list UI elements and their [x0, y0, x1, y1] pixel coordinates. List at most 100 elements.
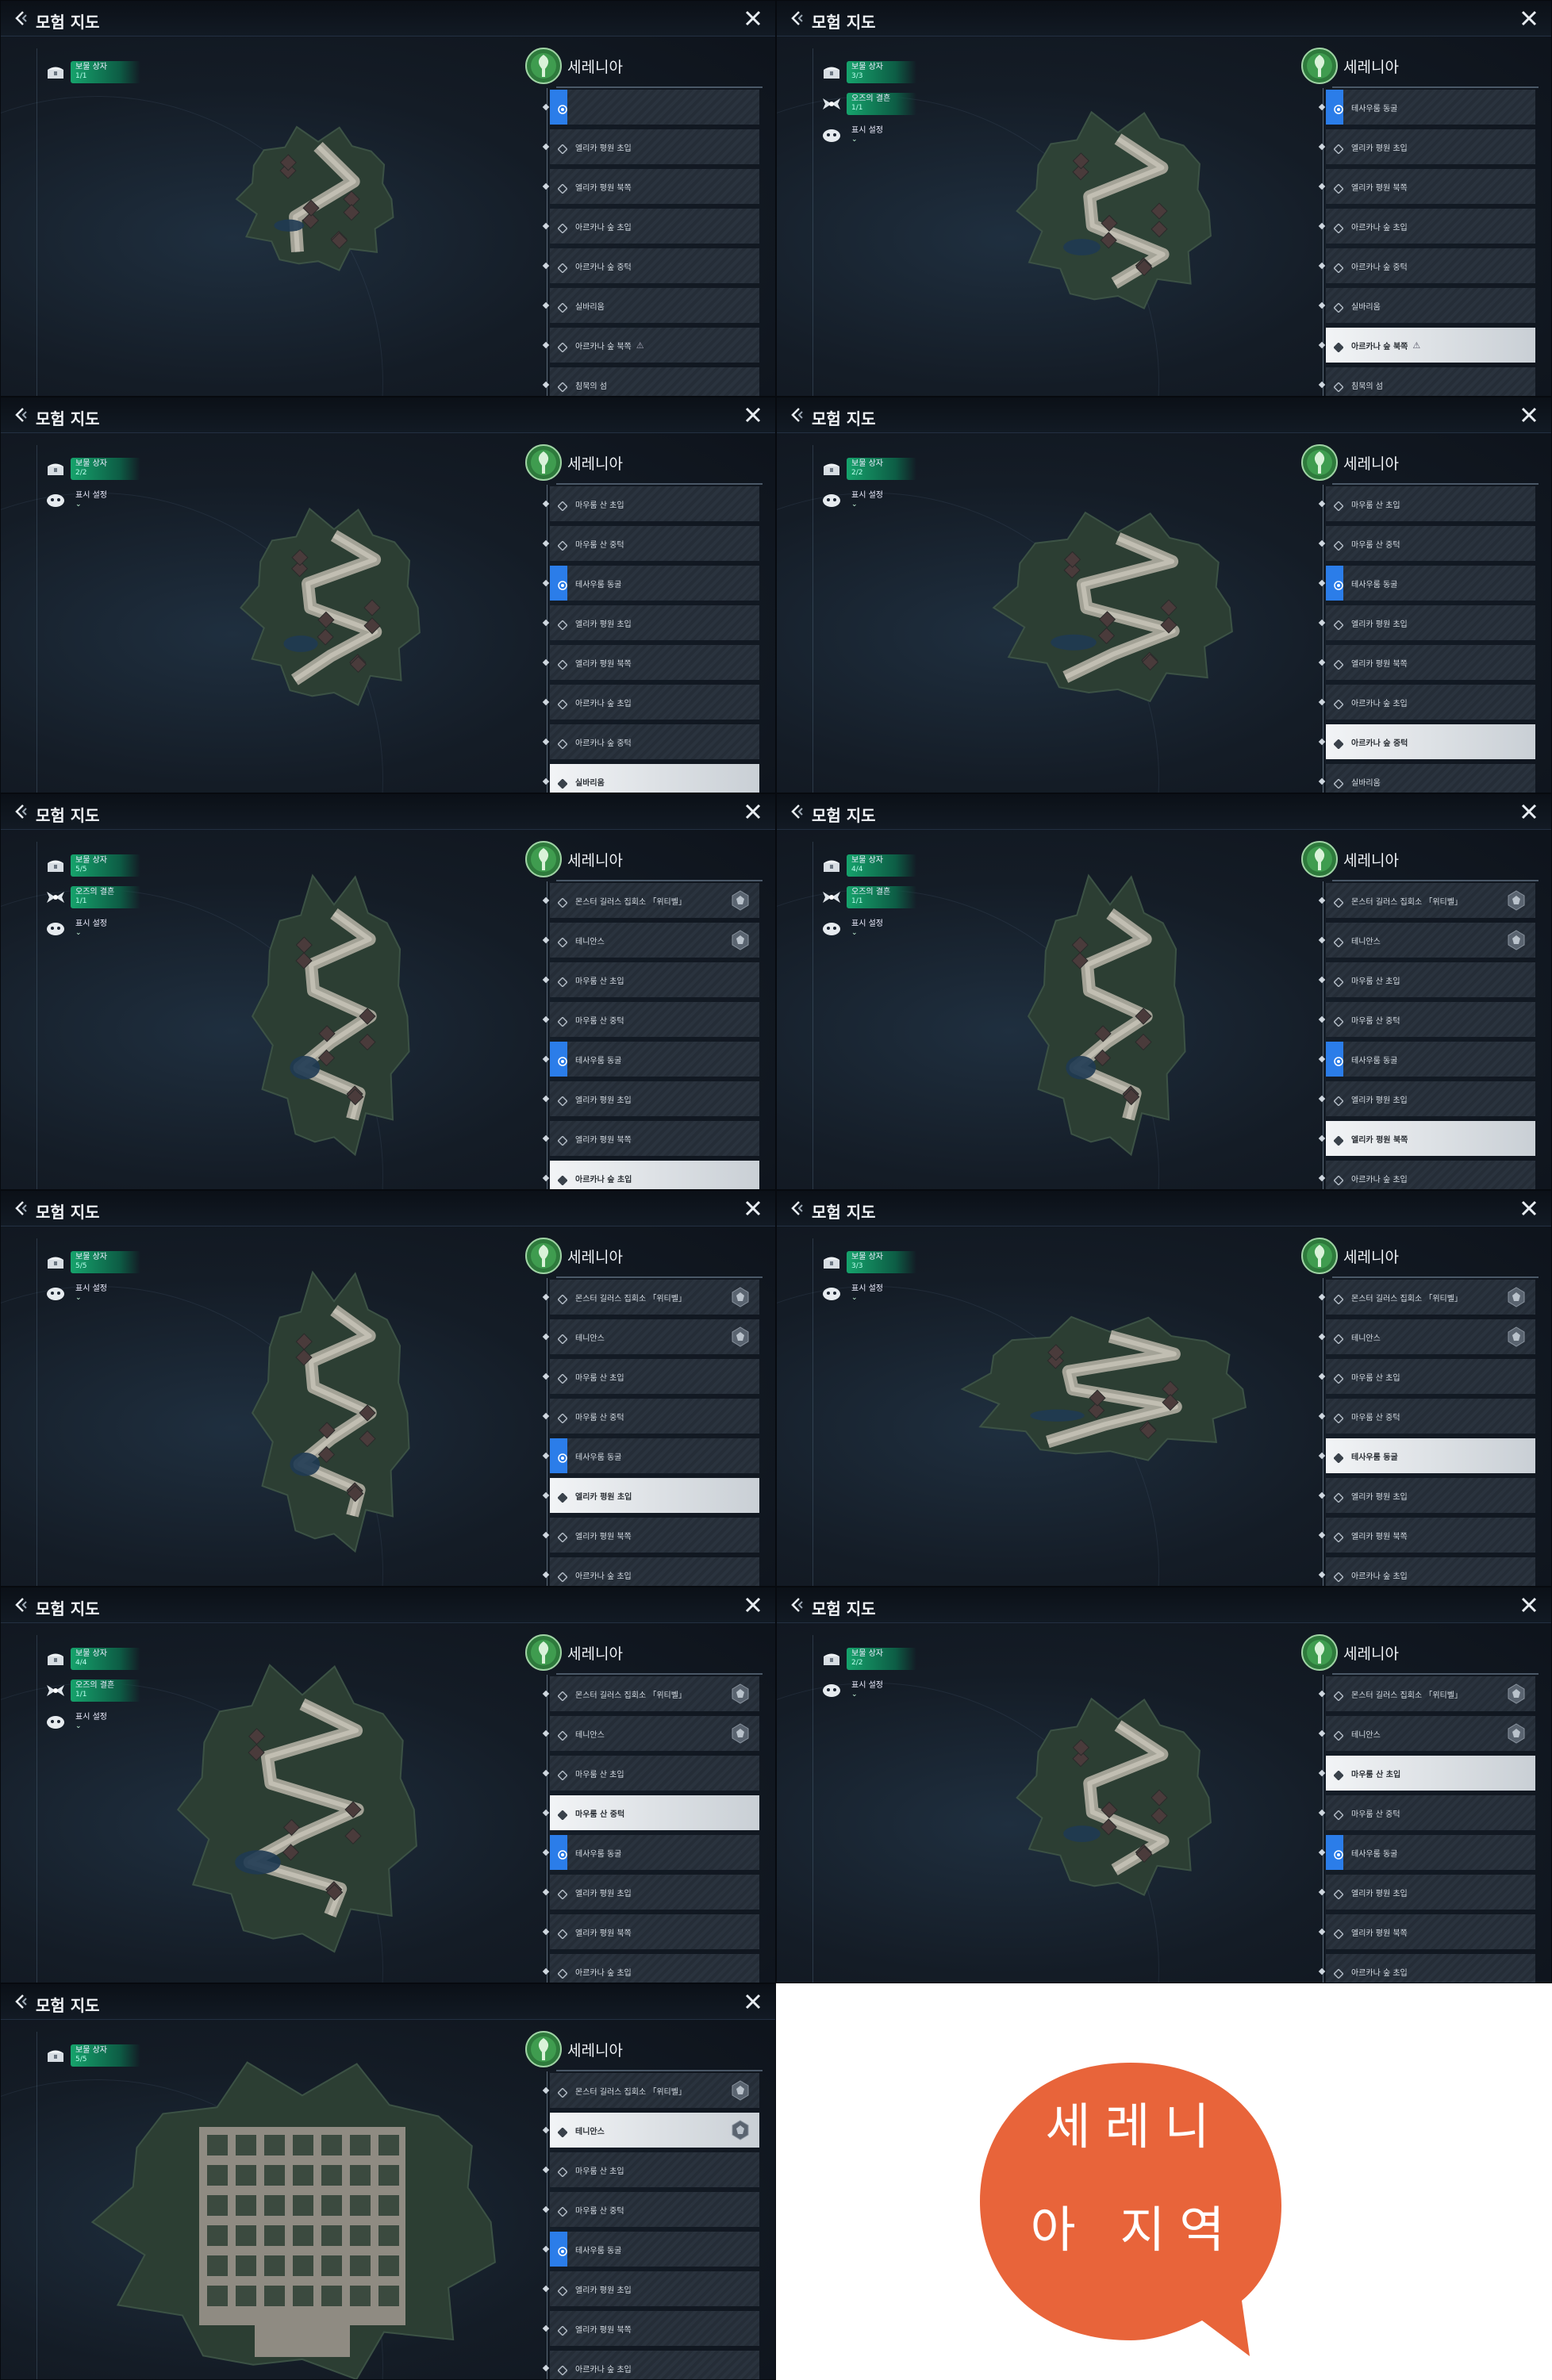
legend-item[interactable]: 보물 상자 5/5 — [45, 1251, 140, 1273]
stage-item[interactable]: 엘리카 평원 초입 — [542, 1875, 759, 1910]
close-icon[interactable] — [743, 1992, 763, 2011]
stage-item[interactable]: 엘리카 평원 초입 — [1318, 605, 1535, 640]
legend-item[interactable]: 오즈의 결흔 1/1 — [45, 886, 140, 908]
island-map[interactable] — [777, 397, 1300, 793]
stage-item[interactable]: 아르카나 숲 초입 — [542, 685, 759, 720]
legend-item[interactable]: 보물 상자 5/5 — [45, 854, 140, 877]
stage-item[interactable]: 테니안스 — [1318, 923, 1535, 958]
stage-item[interactable]: 엘리카 평원 북쪽 — [542, 1914, 759, 1949]
stage-item[interactable]: 아르카나 숲 초입 — [542, 209, 759, 244]
stage-item[interactable]: 마우룸 산 초입 — [542, 962, 759, 997]
stage-item[interactable]: 아르카나 숲 중턱 — [542, 248, 759, 283]
stage-item[interactable]: 테니안스 — [542, 1716, 759, 1751]
stage-item[interactable]: 마우룸 산 중턱 — [542, 1795, 759, 1830]
close-icon[interactable] — [1519, 802, 1539, 821]
legend-item[interactable]: 오즈의 결흔 1/1 — [45, 1679, 140, 1702]
stage-item[interactable]: 테니안스 — [542, 923, 759, 958]
island-map[interactable] — [777, 1587, 1300, 1983]
stage-item[interactable]: 테니안스 — [542, 2113, 759, 2148]
legend-item[interactable]: 표시 설정 ⌄ — [45, 489, 140, 512]
chevron-down-icon[interactable]: ⌄ — [851, 136, 912, 144]
stage-item[interactable]: 엘리카 평원 초입 — [1318, 1478, 1535, 1513]
legend-item[interactable]: 보물 상자 4/4 — [45, 1648, 140, 1670]
close-icon[interactable] — [743, 1595, 763, 1614]
stage-item[interactable]: 테사우룸 동굴 — [1318, 566, 1535, 601]
stage-item[interactable]: 엘리카 평원 북쪽 — [1318, 169, 1535, 204]
island-map[interactable] — [1, 1984, 524, 2379]
stage-item[interactable]: 엘리카 평원 초입 — [542, 2271, 759, 2306]
stage-item[interactable]: 아르카나 숲 북쪽 ⚠ — [542, 328, 759, 363]
stage-item[interactable]: 엘리카 평원 북쪽 — [1318, 1518, 1535, 1553]
stage-item[interactable]: 마우룸 산 초입 — [1318, 1756, 1535, 1791]
stage-item[interactable]: 몬스터 길러스 집회소 「위티벨」 — [542, 1280, 759, 1315]
legend-item[interactable]: 보물 상자 2/2 — [45, 458, 140, 480]
close-icon[interactable] — [1519, 9, 1539, 28]
stage-item[interactable]: 침묵의 섬 — [542, 367, 759, 396]
stage-item[interactable]: 실바리움 — [542, 288, 759, 323]
stage-item[interactable]: 아르카나 숲 초입 — [542, 2351, 759, 2379]
stage-item[interactable]: 아르카나 숲 중턱 — [542, 724, 759, 759]
stage-item[interactable]: 테사우룸 동굴 — [542, 1042, 759, 1077]
stage-item[interactable] — [542, 90, 759, 125]
stage-item[interactable]: 아르카나 숲 초입 — [1318, 1954, 1535, 1983]
stage-item[interactable]: 아르카나 숲 초입 — [1318, 685, 1535, 720]
stage-item[interactable]: 테사우룸 동굴 — [1318, 90, 1535, 125]
stage-item[interactable]: 엘리카 평원 초입 — [542, 1081, 759, 1116]
legend-item[interactable]: 보물 상자 2/2 — [821, 458, 916, 480]
stage-item[interactable]: 테사우룸 동굴 — [542, 2232, 759, 2267]
island-map[interactable] — [777, 794, 1300, 1189]
legend-item[interactable]: 표시 설정 ⌄ — [821, 1283, 916, 1305]
chevron-down-icon[interactable]: ⌄ — [851, 929, 912, 937]
stage-item[interactable]: 몬스터 길러스 집회소 「위티벨」 — [542, 1676, 759, 1711]
legend-item[interactable]: 표시 설정 ⌄ — [821, 489, 916, 512]
stage-item[interactable]: 엘리카 평원 북쪽 — [542, 645, 759, 680]
legend-item[interactable]: 오즈의 결흔 1/1 — [821, 93, 916, 115]
stage-item[interactable]: 엘리카 평원 북쪽 — [1318, 645, 1535, 680]
stage-item[interactable]: 마우룸 산 중턱 — [542, 1002, 759, 1037]
chevron-down-icon[interactable]: ⌄ — [75, 1722, 136, 1730]
stage-item[interactable]: 아르카나 숲 초입 — [1318, 1557, 1535, 1586]
stage-item[interactable]: 실바리움 — [1318, 288, 1535, 323]
stage-item[interactable]: 마우룸 산 초입 — [542, 1756, 759, 1791]
legend-item[interactable]: 보물 상자 2/2 — [821, 1648, 916, 1670]
stage-item[interactable]: 테사우룸 동굴 — [542, 1835, 759, 1870]
stage-item[interactable]: 몬스터 길러스 집회소 「위티벨」 — [542, 2073, 759, 2108]
island-map[interactable] — [777, 1191, 1300, 1586]
island-map[interactable] — [1, 1587, 524, 1983]
stage-item[interactable]: 아르카나 숲 초입 — [542, 1161, 759, 1189]
stage-item[interactable]: 테사우룸 동굴 — [1318, 1042, 1535, 1077]
legend-item[interactable]: 보물 상자 5/5 — [45, 2044, 140, 2067]
stage-item[interactable]: 아르카나 숲 중턱 — [1318, 248, 1535, 283]
stage-item[interactable]: 테사우룸 동굴 — [542, 566, 759, 601]
stage-item[interactable]: 마우룸 산 중턱 — [1318, 1795, 1535, 1830]
chevron-down-icon[interactable]: ⌄ — [75, 1294, 136, 1302]
stage-item[interactable]: 아르카나 숲 초입 — [1318, 209, 1535, 244]
stage-item[interactable]: 아르카나 숲 중턱 — [1318, 724, 1535, 759]
island-map[interactable] — [1, 397, 524, 793]
stage-item[interactable]: 엘리카 평원 초입 — [542, 605, 759, 640]
chevron-down-icon[interactable]: ⌄ — [851, 501, 912, 509]
stage-item[interactable]: 엘리카 평원 북쪽 — [542, 1121, 759, 1156]
stage-item[interactable]: 아르카나 숲 북쪽 ⚠ — [1318, 328, 1535, 363]
stage-item[interactable]: 마우룸 산 중턱 — [1318, 1399, 1535, 1434]
stage-item[interactable]: 엘리카 평원 초입 — [1318, 1875, 1535, 1910]
legend-item[interactable]: 표시 설정 ⌄ — [821, 918, 916, 940]
chevron-down-icon[interactable]: ⌄ — [75, 929, 136, 937]
stage-item[interactable]: 테사우룸 동굴 — [542, 1438, 759, 1473]
stage-item[interactable]: 마우룸 산 중턱 — [542, 526, 759, 561]
stage-item[interactable]: 마우룸 산 초입 — [542, 2152, 759, 2187]
stage-item[interactable]: 엘리카 평원 북쪽 — [1318, 1914, 1535, 1949]
stage-item[interactable]: 테니안스 — [1318, 1716, 1535, 1751]
close-icon[interactable] — [743, 802, 763, 821]
stage-item[interactable]: 엘리카 평원 북쪽 — [542, 2311, 759, 2346]
legend-item[interactable]: 보물 상자 3/3 — [821, 1251, 916, 1273]
stage-item[interactable]: 마우룸 산 중턱 — [1318, 526, 1535, 561]
island-map[interactable] — [1, 794, 524, 1189]
stage-item[interactable]: 엘리카 평원 북쪽 — [542, 1518, 759, 1553]
stage-item[interactable]: 엘리카 평원 초입 — [1318, 1081, 1535, 1116]
stage-item[interactable]: 아르카나 숲 초입 — [1318, 1161, 1535, 1189]
legend-item[interactable]: 표시 설정 ⌄ — [821, 1679, 916, 1702]
legend-item[interactable]: 표시 설정 ⌄ — [45, 918, 140, 940]
stage-item[interactable]: 테사우룸 동굴 — [1318, 1835, 1535, 1870]
stage-item[interactable]: 엘리카 평원 북쪽 — [542, 169, 759, 204]
